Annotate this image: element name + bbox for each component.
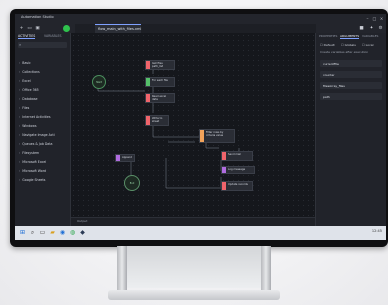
- minimize-button[interactable]: –: [365, 16, 370, 21]
- flow-node[interactable]: For each file: [145, 77, 175, 87]
- app-name: Automation Studio: [21, 15, 54, 19]
- chevron-right-icon: ›: [19, 97, 21, 101]
- sidebar-item-ms-word[interactable]: › Microsoft Word: [19, 169, 46, 173]
- chevron-right-icon: ›: [19, 115, 21, 119]
- chevron-right-icon: ›: [19, 169, 21, 173]
- variable-field[interactable]: currentFile: [320, 60, 382, 67]
- activities-panel: ACTIVITIES VARIABLES ⌕ › Basic › Collectio…: [15, 33, 71, 226]
- sidebar-item-collections[interactable]: › Collections: [19, 70, 40, 74]
- sidebar-item-office[interactable]: › Office 365: [19, 88, 39, 92]
- variables-note: Create variables after execution: [320, 50, 369, 54]
- file-explorer-icon[interactable]: ▰: [49, 229, 56, 236]
- variable-field[interactable]: counter: [320, 71, 382, 78]
- monitor-stand: [117, 246, 271, 294]
- sidebar-item-excel[interactable]: › Excel: [19, 79, 31, 83]
- search-icon: ⌕: [19, 42, 22, 47]
- chevron-right-icon: ›: [19, 88, 21, 92]
- start-node[interactable]: Start: [92, 75, 106, 89]
- studio-app-icon[interactable]: ◆: [79, 229, 86, 236]
- chevron-right-icon: ›: [19, 124, 21, 128]
- edge-icon[interactable]: ◉: [59, 229, 66, 236]
- chevron-right-icon: ›: [19, 70, 21, 74]
- scene: Automation Studio – □ × + ▭ ▣ flow_main_…: [0, 0, 388, 305]
- close-button[interactable]: ×: [379, 16, 384, 21]
- checkbox-default[interactable]: ☐ Default: [320, 43, 335, 47]
- tab-variables-left[interactable]: VARIABLES: [44, 34, 62, 38]
- monitor-base: [108, 290, 280, 300]
- stop-icon[interactable]: ■: [359, 26, 364, 31]
- run-button[interactable]: [63, 25, 70, 32]
- sidebar-item-database[interactable]: › Database: [19, 97, 38, 101]
- sidebar-item-navigate[interactable]: › Navigate Image Acti: [19, 133, 55, 137]
- flow-node[interactable]: Send mail: [221, 151, 253, 161]
- flow-canvas[interactable]: Start Get files path_list For each file …: [71, 33, 316, 226]
- checkbox-local[interactable]: ☐ Local: [362, 43, 373, 47]
- end-node[interactable]: End: [124, 175, 140, 191]
- flow-node[interactable]: Filter rows by criteria value: [199, 129, 235, 143]
- taskbar: ⊞ ⌕ ▭ ▰ ◉ ◍ ◆ 12:45: [15, 226, 386, 240]
- tab-activities[interactable]: ACTIVITIES: [18, 34, 36, 39]
- flow-node[interactable]: Read excel data: [145, 93, 175, 103]
- flow-node[interactable]: Update records: [221, 181, 253, 191]
- sidebar-item-google-sheets[interactable]: › Google Sheets: [19, 178, 45, 182]
- flow-node[interactable]: Write to sheet: [145, 115, 169, 126]
- flow-node[interactable]: Log message: [221, 166, 255, 174]
- sidebar-item-windows[interactable]: › Windows: [19, 124, 37, 128]
- chevron-right-icon: ›: [19, 61, 21, 65]
- tab-flow[interactable]: flow_main_with_files.xml: [95, 24, 141, 33]
- tab-variables-right[interactable]: VARIABLES: [362, 34, 378, 38]
- variable-field[interactable]: filesArray_files: [320, 82, 382, 89]
- connectors: [97, 64, 240, 189]
- folder-icon[interactable]: ▭: [27, 26, 32, 31]
- sidebar-item-ms-excel[interactable]: › Microsoft Excel: [19, 160, 46, 164]
- flow-node[interactable]: Append: [115, 154, 135, 162]
- chevron-right-icon: ›: [19, 106, 21, 110]
- sidebar-item-files[interactable]: › Files: [19, 106, 29, 110]
- sidebar-item-basic[interactable]: › Basic: [19, 61, 31, 65]
- tab-arguments[interactable]: ARGUMENTS: [340, 34, 360, 39]
- settings-icon[interactable]: ⚙: [378, 26, 383, 31]
- chevron-right-icon: ›: [19, 160, 21, 164]
- chevron-right-icon: ›: [19, 133, 21, 137]
- sidebar-item-queues[interactable]: › Queues & Job Data: [19, 142, 52, 146]
- chevron-right-icon: ›: [19, 178, 21, 182]
- chevron-right-icon: ›: [19, 142, 21, 146]
- debug-icon[interactable]: ✦: [369, 26, 374, 31]
- windows-start-icon[interactable]: ⊞: [19, 229, 26, 236]
- system-tray-clock[interactable]: 12:45: [372, 229, 382, 233]
- title-bar: Automation Studio – □ ×: [15, 14, 386, 24]
- search-icon[interactable]: ⌕: [29, 229, 36, 236]
- checkbox-globals[interactable]: ☐ Globals: [341, 43, 356, 47]
- maximize-button[interactable]: □: [372, 16, 377, 21]
- chevron-right-icon: ›: [19, 151, 21, 155]
- right-toolbar: ■ ✦ ⚙: [316, 24, 386, 33]
- output-bar[interactable]: Output: [71, 217, 316, 226]
- activities-search-input[interactable]: ⌕: [18, 42, 67, 48]
- task-view-icon[interactable]: ▭: [39, 229, 46, 236]
- chrome-icon[interactable]: ◍: [69, 229, 76, 236]
- properties-panel: PROPERTIES ARGUMENTS VARIABLES ☐ Default…: [315, 33, 386, 226]
- save-icon[interactable]: ▣: [35, 26, 40, 31]
- main-toolbar: + ▭ ▣: [15, 24, 75, 33]
- chevron-right-icon: ›: [19, 79, 21, 83]
- plus-icon[interactable]: +: [19, 26, 24, 31]
- flow-node[interactable]: Get files path_list: [145, 60, 175, 70]
- tab-strip: flow_main_with_files.xml: [75, 24, 316, 33]
- screen: Automation Studio – □ × + ▭ ▣ flow_main_…: [15, 14, 386, 240]
- sidebar-item-filesystem[interactable]: › Filesystem: [19, 151, 39, 155]
- tab-properties[interactable]: PROPERTIES: [319, 34, 337, 38]
- sidebar-item-internet[interactable]: › Internet Activities: [19, 115, 51, 119]
- monitor: Automation Studio – □ × + ▭ ▣ flow_main_…: [10, 9, 388, 247]
- variable-field[interactable]: path: [320, 93, 382, 100]
